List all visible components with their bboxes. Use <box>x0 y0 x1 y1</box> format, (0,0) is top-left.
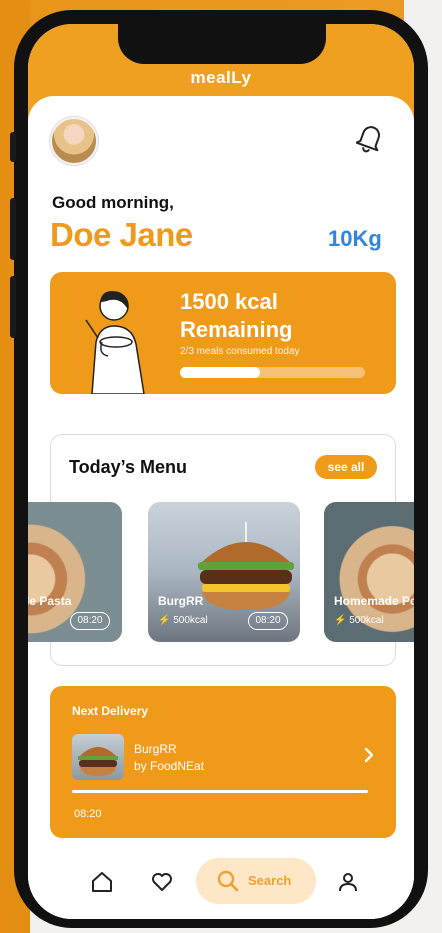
food-time-badge: 08:20 <box>248 612 288 630</box>
main-content: Good morning, Doe Jane 10Kg 1500 kcal Re… <box>28 96 414 919</box>
delivery-time: 08:20 <box>74 808 102 820</box>
person-eating-illustration <box>85 291 145 394</box>
calorie-amount: 1500 kcal <box>180 289 278 314</box>
delivery-label: Next Delivery <box>72 704 149 718</box>
app-brand: mealLy <box>190 68 252 87</box>
chevron-right-icon[interactable] <box>362 746 376 764</box>
user-weight: 10Kg <box>328 226 382 251</box>
calorie-card[interactable]: 1500 kcal Remaining 2/3 meals consumed t… <box>50 272 396 394</box>
burger-image <box>198 522 294 610</box>
bell-icon[interactable] <box>356 122 384 154</box>
food-kcal: ⚡ 500kcal <box>158 615 208 626</box>
delivery-item: BurgRR by FoodNEat <box>134 741 204 775</box>
menu-title: Today’s Menu <box>69 457 188 477</box>
search-label: Search <box>248 873 292 888</box>
notch <box>118 24 326 64</box>
bottom-navbar: Search <box>28 848 414 919</box>
food-kcal: ⚡ 500kcal <box>334 615 384 626</box>
delivery-item-name: BurgRR <box>134 742 177 756</box>
calorie-progress-bar <box>180 367 365 378</box>
user-name: Doe Jane <box>50 216 193 253</box>
calorie-remaining-label: Remaining <box>180 317 293 342</box>
menu-item-pasta[interactable]: omemade Pasta 08:20 <box>28 502 122 642</box>
delivery-thumbnail <box>72 734 124 780</box>
food-name: BurgRR <box>158 594 204 608</box>
meals-consumed-text: 2/3 meals consumed today <box>180 346 300 357</box>
food-kcal-value: 500kcal <box>349 615 384 626</box>
next-delivery-card[interactable]: Next Delivery BurgRR by FoodNEat 08:20 <box>50 686 396 838</box>
food-time-badge: 08:20 <box>70 612 110 630</box>
calorie-title: 1500 kcal Remaining <box>180 288 380 344</box>
menu-item-burger[interactable]: BurgRR ⚡ 500kcal 08:20 <box>148 502 300 642</box>
menu-item-homemade-pasta[interactable]: Homemade Po ⚡ 500kcal <box>324 502 414 642</box>
see-all-button[interactable]: see all <box>315 455 377 479</box>
heart-icon[interactable] <box>150 870 174 894</box>
app-screen: mealLy Good morning, Doe Jane 10Kg 1500 … <box>28 24 414 919</box>
burger-thumbnail-image <box>78 747 118 776</box>
food-kcal-value: 500kcal <box>173 615 208 626</box>
food-name: Homemade Po <box>334 594 414 608</box>
search-button[interactable]: Search <box>196 858 316 904</box>
greeting-text: Good morning, <box>52 193 174 212</box>
search-icon <box>217 870 239 892</box>
food-name: omemade Pasta <box>28 594 72 608</box>
profile-icon[interactable] <box>336 870 360 894</box>
delivery-progress-line <box>72 790 368 793</box>
avatar[interactable] <box>50 117 98 165</box>
home-icon[interactable] <box>90 870 114 894</box>
calorie-progress-fill <box>180 367 260 378</box>
delivery-vendor: by FoodNEat <box>134 759 205 773</box>
